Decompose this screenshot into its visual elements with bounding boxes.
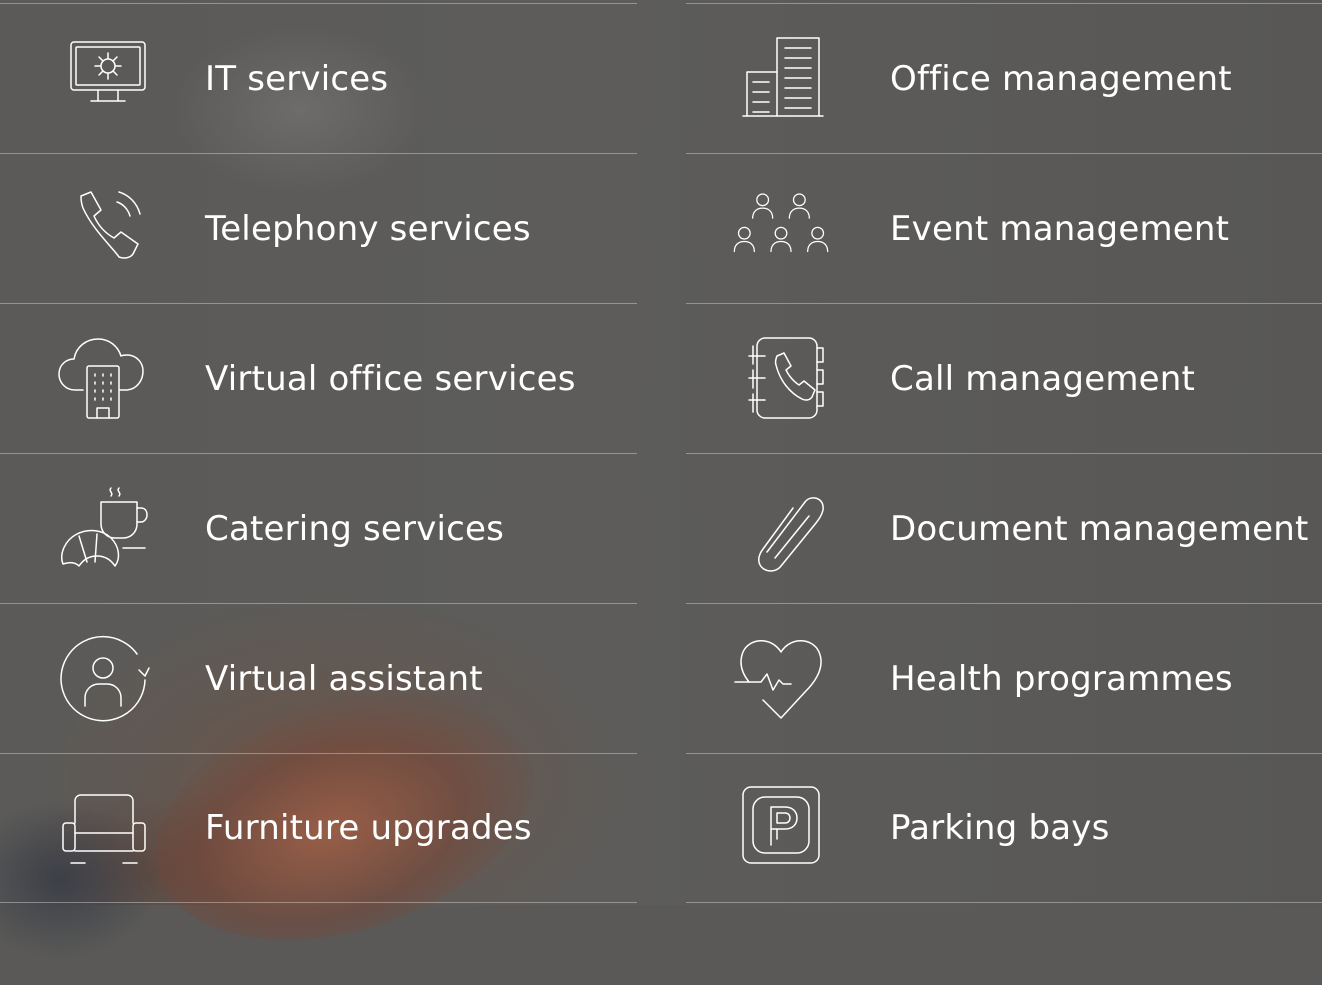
paperclip-icon <box>726 479 836 579</box>
services-column-right: Office management Event management Call … <box>686 3 1322 903</box>
phone-book-icon <box>726 329 836 429</box>
user-refresh-icon <box>48 629 158 729</box>
services-grid: IT services Telephony services Virtual o… <box>0 0 1322 905</box>
monitor-gear-icon <box>48 29 158 129</box>
heart-pulse-icon <box>726 629 836 729</box>
service-label: IT services <box>205 58 389 99</box>
armchair-icon <box>48 778 158 878</box>
service-label: Office management <box>890 58 1232 99</box>
service-item-document-management: Document management <box>686 453 1322 603</box>
service-item-it: IT services <box>0 3 637 153</box>
service-item-catering: Catering services <box>0 453 637 603</box>
service-label: Virtual assistant <box>205 658 483 699</box>
service-label: Health programmes <box>890 658 1233 699</box>
cloud-building-icon <box>48 329 158 429</box>
service-item-health-programmes: Health programmes <box>686 603 1322 753</box>
service-label: Parking bays <box>890 808 1110 848</box>
coffee-croissant-icon <box>48 479 158 579</box>
office-buildings-icon <box>726 29 836 129</box>
service-item-event-management: Event management <box>686 153 1322 303</box>
service-label: Catering services <box>205 508 505 549</box>
service-label: Virtual office services <box>205 358 576 399</box>
service-label: Document management <box>890 508 1309 549</box>
service-item-parking: Parking bays <box>686 753 1322 903</box>
parking-sign-icon <box>726 778 836 878</box>
service-label: Call management <box>890 358 1196 399</box>
service-item-call-management: Call management <box>686 303 1322 453</box>
service-item-office-management: Office management <box>686 3 1322 153</box>
group-people-icon <box>726 179 836 279</box>
service-item-virtual-assistant: Virtual assistant <box>0 603 637 753</box>
service-label: Event management <box>890 208 1230 249</box>
service-label: Telephony services <box>205 208 531 249</box>
service-item-virtual-office: Virtual office services <box>0 303 637 453</box>
phone-ringing-icon <box>48 179 158 279</box>
service-label: Furniture upgrades <box>205 808 532 848</box>
services-column-left: IT services Telephony services Virtual o… <box>0 3 637 903</box>
service-item-furniture: Furniture upgrades <box>0 753 637 903</box>
service-item-telephony: Telephony services <box>0 153 637 303</box>
